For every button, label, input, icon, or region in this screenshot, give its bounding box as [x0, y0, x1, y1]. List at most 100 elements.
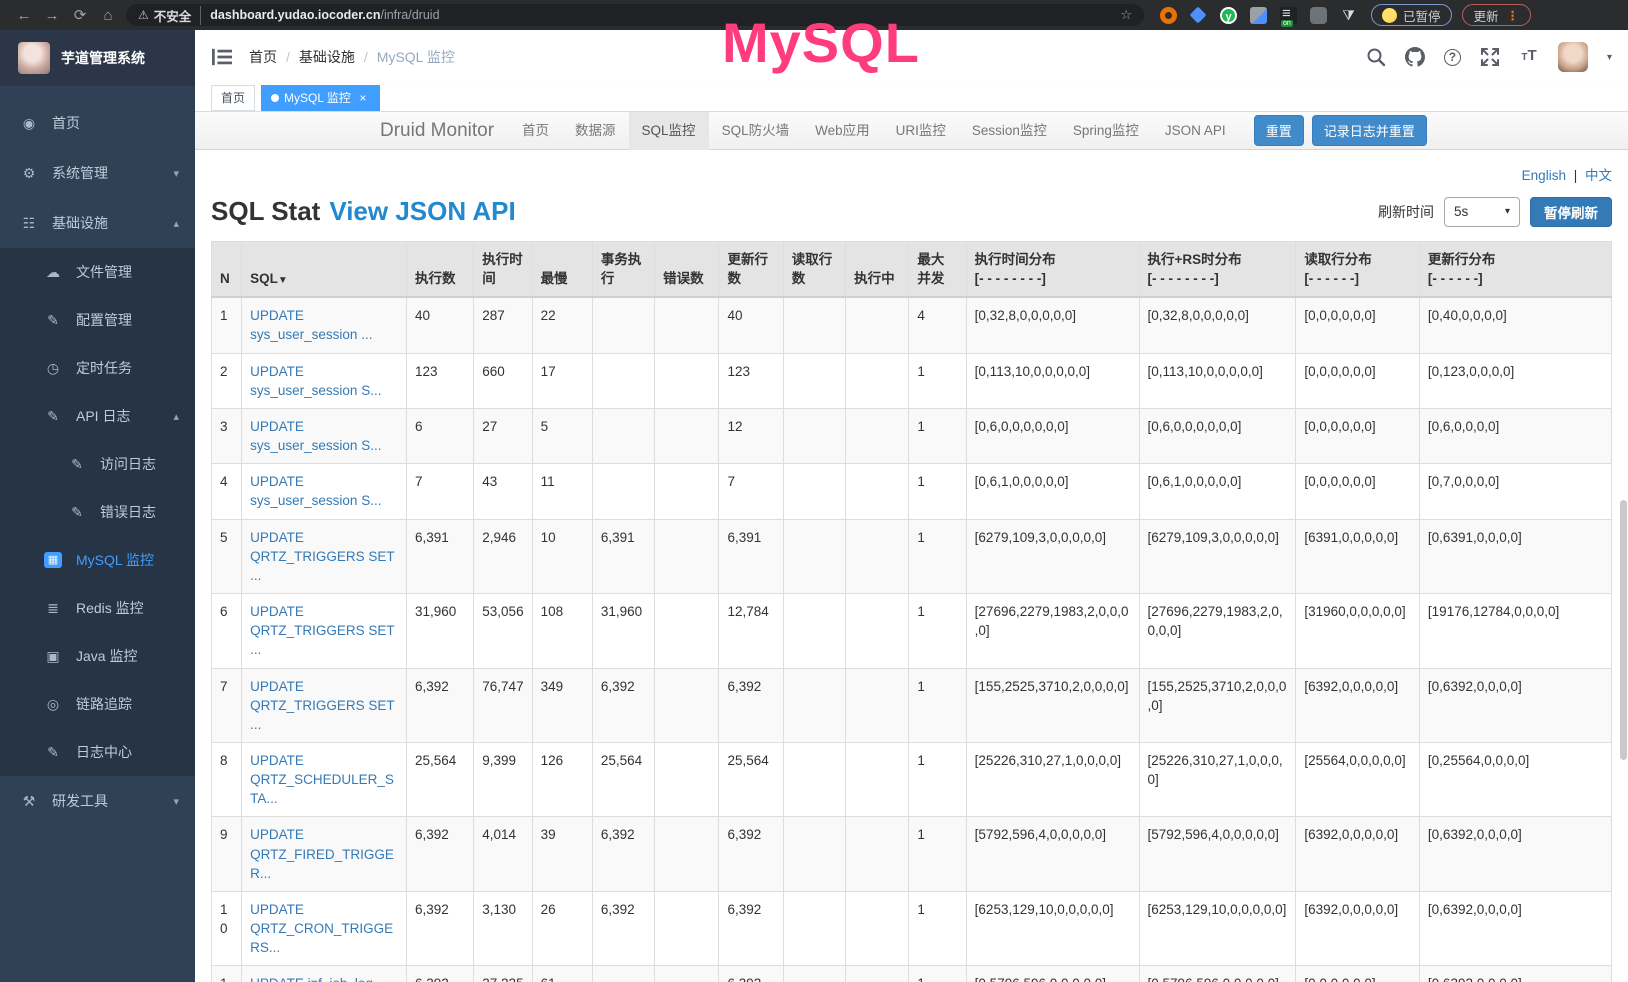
table-cell: 6 — [406, 408, 473, 463]
page-scrollbar[interactable] — [1619, 30, 1628, 982]
sidebar-item-access-log[interactable]: ✎访问日志 — [0, 440, 195, 488]
breadcrumb-infra[interactable]: 基础设施 — [299, 47, 355, 67]
tag-home[interactable]: 首页 — [211, 85, 255, 111]
forward-icon[interactable]: → — [38, 7, 66, 24]
table-cell: [25564,0,0,0,0,0] — [1296, 742, 1420, 816]
paused-profile-badge[interactable]: 已暂停 — [1371, 4, 1452, 26]
sql-link[interactable]: UPDATE QRTZ_CRON_TRIGGERS... — [250, 902, 393, 955]
sql-link[interactable]: UPDATE QRTZ_SCHEDULER_STA... — [250, 753, 394, 806]
table-cell: 1 — [909, 594, 966, 668]
squares-extension-icon[interactable] — [1250, 7, 1267, 24]
druid-tab-jsonapi[interactable]: JSON API — [1152, 112, 1239, 150]
sidebar-item-redis[interactable]: ≣Redis 监控 — [0, 584, 195, 632]
druid-tab-wall[interactable]: SQL防火墙 — [709, 112, 803, 150]
sidebar-item-file[interactable]: ☁文件管理 — [0, 248, 195, 296]
reset-button[interactable]: 重置 — [1254, 115, 1304, 146]
blue-gem-extension-icon[interactable] — [1190, 7, 1207, 24]
table-cell — [592, 353, 654, 408]
search-icon[interactable] — [1366, 47, 1386, 67]
back-icon[interactable]: ← — [10, 7, 38, 24]
table-cell: UPDATE sys_user_session S... — [242, 408, 407, 463]
sidebar-item-log-center[interactable]: ✎日志中心 — [0, 728, 195, 776]
sql-link[interactable]: UPDATE QRTZ_TRIGGERS SET ... — [250, 604, 394, 657]
refresh-interval-select[interactable]: 5s ▾ — [1444, 197, 1520, 227]
help-icon[interactable]: ? — [1444, 49, 1461, 66]
home-icon[interactable]: ⌂ — [94, 7, 122, 24]
sidebar-item-error-log[interactable]: ✎错误日志 — [0, 488, 195, 536]
sidebar-item-dev-tools[interactable]: ⚒研发工具▾ — [0, 776, 195, 826]
druid-tab-webapp[interactable]: Web应用 — [802, 112, 883, 150]
sidebar-item-system[interactable]: ⚙系统管理▾ — [0, 148, 195, 198]
gray-extension-icon[interactable] — [1310, 7, 1327, 24]
address-bar[interactable]: ⚠ 不安全 dashboard.yudao.iocoder.cn /infra/… — [126, 4, 1144, 26]
sidebar-item-label: 配置管理 — [76, 310, 132, 330]
tag-close-icon[interactable]: × — [356, 91, 370, 105]
sql-link[interactable]: UPDATE sys_user_session ... — [250, 308, 372, 342]
view-json-api-link[interactable]: View JSON API — [329, 196, 515, 227]
sql-link[interactable]: UPDATE QRTZ_FIRED_TRIGGER... — [250, 827, 394, 880]
app-logo-row[interactable]: 芋道管理系统 — [0, 30, 195, 86]
table-cell: 1 — [909, 891, 966, 965]
column-header[interactable]: SQL▼ — [242, 242, 407, 298]
druid-tab-sql[interactable]: SQL监控 — [629, 112, 709, 150]
sql-link[interactable]: UPDATE inf_job_log SET e... — [250, 976, 373, 982]
sidebar-item-infra[interactable]: ☷基础设施▴ — [0, 198, 195, 248]
druid-tab-spring[interactable]: Spring监控 — [1060, 112, 1152, 150]
sidebar-item-mysql[interactable]: ▦MySQL 监控 — [0, 536, 195, 584]
table-cell: 1 — [909, 519, 966, 593]
browser-update-button[interactable]: 更新 ⋮ — [1462, 4, 1532, 26]
green-y-extension-icon[interactable]: y — [1220, 7, 1237, 24]
sql-link[interactable]: UPDATE sys_user_session S... — [250, 419, 381, 453]
fullscreen-icon[interactable] — [1480, 47, 1500, 67]
sidebar-item-api-log[interactable]: ✎API 日志▴ — [0, 392, 195, 440]
druid-tab-session[interactable]: Session监控 — [959, 112, 1060, 150]
column-header: 执行时间 — [474, 242, 532, 298]
chevron-up-icon: ▴ — [173, 217, 179, 230]
sql-link[interactable]: UPDATE QRTZ_TRIGGERS SET ... — [250, 679, 394, 732]
sql-link[interactable]: UPDATE QRTZ_TRIGGERS SET ... — [250, 530, 394, 583]
reload-icon[interactable]: ⟳ — [66, 6, 94, 24]
sidebar-item-trace[interactable]: ◎链路追踪 — [0, 680, 195, 728]
sidebar-item-java[interactable]: ▣Java 监控 — [0, 632, 195, 680]
table-cell: [31960,0,0,0,0,0] — [1296, 594, 1420, 668]
sidebar-item-label: API 日志 — [76, 406, 130, 426]
log-icon: ✎ — [68, 455, 86, 473]
table-cell: [27696,2279,1983,2,0,0,0,0] — [1139, 594, 1296, 668]
orange-donut-extension-icon[interactable] — [1160, 7, 1177, 24]
pause-refresh-button[interactable]: 暂停刷新 — [1530, 197, 1612, 227]
lang-english-link[interactable]: English — [1522, 168, 1566, 183]
sidebar-item-job[interactable]: ◷定时任务 — [0, 344, 195, 392]
puzzle-extensions-icon[interactable]: ⧩ — [1340, 7, 1357, 24]
list-extension-icon[interactable]: on — [1280, 7, 1297, 24]
sql-link[interactable]: UPDATE sys_user_session S... — [250, 474, 381, 508]
sql-link[interactable]: UPDATE sys_user_session S... — [250, 364, 381, 398]
language-switch: English | 中文 — [211, 164, 1612, 184]
sidebar-item-config[interactable]: ✎配置管理 — [0, 296, 195, 344]
table-cell — [783, 353, 845, 408]
druid-tab-index[interactable]: 首页 — [509, 112, 562, 150]
table-cell — [846, 817, 909, 891]
table-cell — [783, 464, 845, 519]
user-avatar[interactable] — [1558, 42, 1588, 72]
table-cell: 25,564 — [719, 742, 783, 816]
druid-tab-uri[interactable]: URI监控 — [883, 112, 959, 150]
warning-icon: ⚠ — [138, 8, 149, 22]
menu-dots-icon[interactable]: ⋮ — [1507, 8, 1520, 23]
table-cell: 26 — [532, 891, 592, 965]
sidebar-item-home[interactable]: ◉首页 — [0, 98, 195, 148]
lang-chinese-link[interactable]: 中文 — [1585, 168, 1612, 183]
table-cell: [0,5796,596,0,0,0,0,0] — [1139, 966, 1296, 982]
tag-mysql[interactable]: MySQL 监控× — [261, 85, 380, 111]
log-and-reset-button[interactable]: 记录日志并重置 — [1312, 115, 1427, 146]
chevron-down-icon[interactable]: ▾ — [1607, 52, 1612, 63]
github-icon[interactable] — [1405, 47, 1425, 67]
font-size-icon[interactable]: TT — [1519, 47, 1539, 67]
druid-tab-datasource[interactable]: 数据源 — [562, 112, 629, 150]
scrollbar-thumb[interactable] — [1620, 500, 1627, 760]
table-cell: 39 — [532, 817, 592, 891]
druid-brand[interactable]: Druid Monitor — [365, 120, 509, 142]
breadcrumb-home[interactable]: 首页 — [249, 47, 277, 67]
active-tag-dot-icon — [271, 94, 279, 102]
bookmark-star-icon[interactable]: ☆ — [1120, 7, 1132, 23]
hamburger-icon[interactable] — [211, 47, 233, 67]
